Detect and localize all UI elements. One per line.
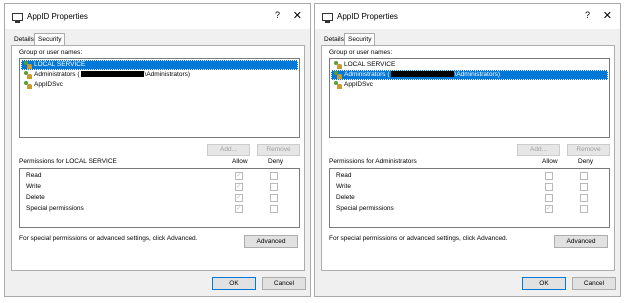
deny-column-header: Deny — [578, 158, 594, 165]
allow-checkbox[interactable] — [235, 171, 243, 180]
user-item-local-service[interactable]: LOCAL SERVICE — [21, 60, 298, 70]
permission-row-delete: Delete — [330, 193, 609, 203]
remove-button[interactable]: Remove — [257, 144, 300, 156]
permission-name: Special permissions — [26, 205, 84, 212]
permissions-for-label: Permissions for Administrators — [329, 158, 417, 165]
deny-checkbox[interactable] — [580, 172, 588, 180]
close-button[interactable]: ✕ — [603, 9, 612, 22]
user-label-suffix: \Administrators) — [144, 71, 191, 78]
help-button[interactable]: ? — [585, 10, 590, 20]
user-group-icon — [23, 81, 32, 89]
advanced-hint-text: For special permissions or advanced sett… — [329, 235, 508, 242]
permission-row-read: Read — [20, 171, 299, 181]
user-item-local-service[interactable]: LOCAL SERVICE — [331, 60, 608, 70]
permissions-list: Read Write Delete Special permissions — [19, 168, 300, 228]
advanced-button[interactable]: Advanced — [244, 235, 298, 248]
allow-checkbox[interactable] — [235, 182, 243, 191]
user-list[interactable]: LOCAL SERVICE Administrators ( \Administr… — [329, 58, 610, 138]
permissions-list: Read Write Delete Special permissions — [329, 168, 610, 228]
permissions-for-label: Permissions for LOCAL SERVICE — [19, 158, 117, 165]
allow-column-header: Allow — [542, 158, 558, 165]
add-button[interactable]: Add... — [207, 144, 250, 156]
security-panel: Group or user names: LOCAL SERVICE Admin… — [11, 45, 305, 271]
deny-checkbox[interactable] — [270, 183, 278, 191]
appid-properties-dialog-local-service: AppID Properties ? ✕ Details Security Gr… — [4, 3, 311, 297]
permission-row-special: Special permissions — [330, 204, 609, 214]
deny-checkbox[interactable] — [580, 205, 588, 213]
permission-name: Write — [26, 183, 42, 190]
user-label-prefix: Administrators ( — [34, 71, 80, 78]
user-label: AppIDSvc — [344, 81, 373, 88]
deny-checkbox[interactable] — [580, 194, 588, 202]
user-item-appidsvc[interactable]: AppIDSvc — [331, 80, 608, 90]
allow-checkbox[interactable] — [235, 193, 243, 202]
redaction-bar — [390, 71, 454, 78]
user-group-icon — [333, 81, 342, 89]
deny-checkbox[interactable] — [270, 172, 278, 180]
allow-column-header: Allow — [232, 158, 248, 165]
permission-name: Special permissions — [336, 205, 394, 212]
user-label-prefix: Administrators ( — [344, 71, 390, 78]
user-item-administrators[interactable]: Administrators ( \Administrators) — [21, 70, 298, 80]
user-group-icon — [23, 71, 32, 79]
user-group-icon — [333, 61, 342, 69]
permission-name: Delete — [26, 194, 45, 201]
add-button[interactable]: Add... — [517, 144, 560, 156]
user-group-icon — [333, 71, 342, 79]
allow-checkbox[interactable] — [545, 194, 553, 202]
help-button[interactable]: ? — [275, 10, 280, 20]
permission-name: Write — [336, 183, 352, 190]
allow-checkbox[interactable] — [545, 183, 553, 191]
permission-name: Delete — [336, 194, 355, 201]
permission-row-write: Write — [20, 182, 299, 192]
user-label: LOCAL SERVICE — [34, 61, 86, 68]
ok-button[interactable]: OK — [522, 277, 566, 290]
cancel-button[interactable]: Cancel — [262, 277, 306, 290]
close-button[interactable]: ✕ — [293, 9, 302, 22]
dialog-title: AppID Properties — [337, 12, 398, 21]
user-label: AppIDSvc — [34, 81, 63, 88]
ok-button[interactable]: OK — [212, 277, 256, 290]
group-or-user-names-label: Group or user names: — [19, 49, 83, 56]
allow-checkbox[interactable] — [545, 204, 553, 213]
title-bar: AppID Properties ? ✕ — [315, 4, 620, 29]
permission-row-read: Read — [330, 171, 609, 181]
user-list[interactable]: LOCAL SERVICE Administrators ( \Administr… — [19, 58, 300, 138]
allow-checkbox[interactable] — [235, 204, 243, 213]
deny-column-header: Deny — [268, 158, 284, 165]
user-label: LOCAL SERVICE — [344, 61, 396, 68]
user-label-suffix: \Administrators) — [454, 71, 501, 78]
advanced-button[interactable]: Advanced — [554, 235, 608, 248]
advanced-hint-text: For special permissions or advanced sett… — [19, 235, 198, 242]
permission-name: Read — [26, 172, 42, 179]
appid-properties-dialog-administrators: AppID Properties ? ✕ Details Security Gr… — [314, 3, 621, 297]
redaction-bar — [80, 71, 144, 78]
deny-checkbox[interactable] — [270, 205, 278, 213]
permission-row-delete: Delete — [20, 193, 299, 203]
cancel-button[interactable]: Cancel — [572, 277, 616, 290]
user-item-appidsvc[interactable]: AppIDSvc — [21, 80, 298, 90]
permission-name: Read — [336, 172, 352, 179]
remove-button[interactable]: Remove — [567, 144, 610, 156]
app-window-icon — [322, 13, 333, 23]
user-item-administrators[interactable]: Administrators ( \Administrators) — [331, 70, 608, 80]
title-bar: AppID Properties ? ✕ — [5, 4, 310, 29]
allow-checkbox[interactable] — [545, 172, 553, 180]
deny-checkbox[interactable] — [270, 194, 278, 202]
dialog-title: AppID Properties — [27, 12, 88, 21]
permission-row-special: Special permissions — [20, 204, 299, 214]
deny-checkbox[interactable] — [580, 183, 588, 191]
group-or-user-names-label: Group or user names: — [329, 49, 393, 56]
app-window-icon — [12, 13, 23, 23]
security-panel: Group or user names: LOCAL SERVICE Admin… — [321, 45, 615, 271]
permission-row-write: Write — [330, 182, 609, 192]
user-group-icon — [23, 61, 32, 69]
